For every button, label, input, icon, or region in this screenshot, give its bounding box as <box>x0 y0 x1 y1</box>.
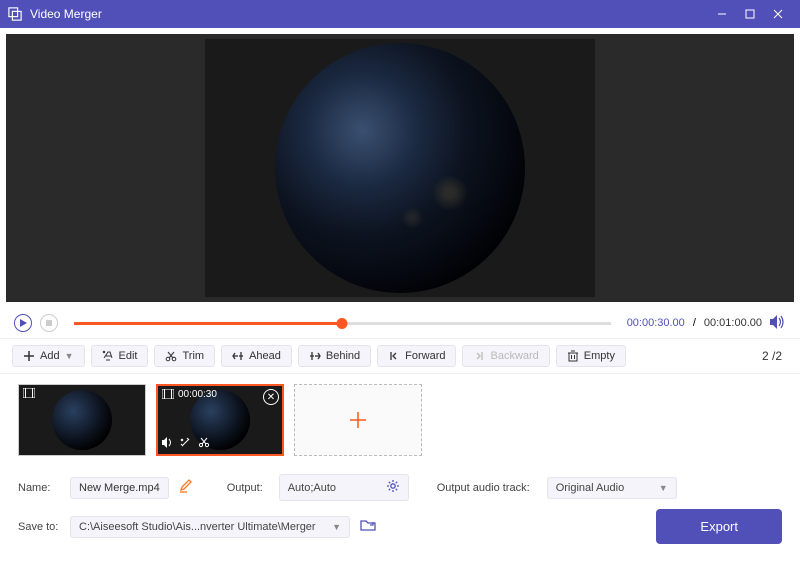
remove-clip-icon[interactable]: ✕ <box>263 389 279 405</box>
behind-label: Behind <box>326 350 360 362</box>
edit-label: Edit <box>119 350 138 362</box>
output-format-select[interactable]: Auto;Auto <box>279 474 409 501</box>
clip-thumbnail <box>52 390 112 450</box>
ahead-label: Ahead <box>249 350 281 362</box>
clip-trim-icon[interactable] <box>198 437 210 451</box>
chevron-down-icon: ▼ <box>65 351 74 361</box>
output-settings: Name: New Merge.mp4 Output: Auto;Auto Ou… <box>0 466 800 564</box>
film-icon <box>23 388 35 401</box>
app-title: Video Merger <box>30 7 708 21</box>
titlebar: Video Merger <box>0 0 800 28</box>
output-value: Auto;Auto <box>288 482 336 494</box>
audio-value: Original Audio <box>556 482 625 494</box>
maximize-button[interactable] <box>736 0 764 28</box>
current-time: 00:00:30.00 <box>627 317 685 329</box>
app-icon <box>8 7 22 21</box>
playback-controls: 00:00:30.00 / 00:01:00.00 <box>0 308 800 338</box>
film-icon <box>162 389 174 402</box>
preview-frame <box>205 39 595 297</box>
edit-button[interactable]: Edit <box>91 345 149 367</box>
timeline-knob[interactable] <box>337 318 348 329</box>
gear-icon[interactable] <box>386 479 400 496</box>
clip-list: 00:00:30 ✕ <box>0 374 800 466</box>
export-button[interactable]: Export <box>656 509 782 544</box>
forward-label: Forward <box>405 350 445 362</box>
backward-label: Backward <box>490 350 538 362</box>
chevron-down-icon: ▼ <box>332 522 341 532</box>
clip-item-selected[interactable]: 00:00:30 ✕ <box>156 384 284 456</box>
rename-icon[interactable] <box>179 479 193 496</box>
clip-pager: 2 /2 <box>762 349 788 363</box>
open-folder-icon[interactable] <box>360 518 376 535</box>
play-button[interactable] <box>14 314 32 332</box>
video-preview <box>6 34 794 302</box>
add-label: Add <box>40 350 60 362</box>
name-input[interactable]: New Merge.mp4 <box>70 477 169 499</box>
clip-toolbar: Add ▼ Edit Trim Ahead Behind Forward Bac… <box>0 338 800 374</box>
clip-item[interactable] <box>18 384 146 456</box>
timeline-progress <box>74 322 342 325</box>
forward-button[interactable]: Forward <box>377 345 456 367</box>
audio-track-label: Output audio track: <box>437 482 537 494</box>
chevron-down-icon: ▼ <box>659 483 668 493</box>
backward-button: Backward <box>462 345 549 367</box>
empty-button[interactable]: Empty <box>556 345 626 367</box>
ahead-button[interactable]: Ahead <box>221 345 292 367</box>
plus-icon <box>347 409 369 431</box>
pager-current: 2 <box>762 349 769 363</box>
close-button[interactable] <box>764 0 792 28</box>
clip-audio-icon[interactable] <box>162 437 174 451</box>
preview-image <box>275 43 525 293</box>
output-label: Output: <box>227 482 269 494</box>
behind-button[interactable]: Behind <box>298 345 371 367</box>
trim-button[interactable]: Trim <box>154 345 215 367</box>
minimize-button[interactable] <box>708 0 736 28</box>
empty-label: Empty <box>584 350 615 362</box>
name-label: Name: <box>18 482 60 494</box>
add-button[interactable]: Add ▼ <box>12 345 85 367</box>
audio-track-select[interactable]: Original Audio ▼ <box>547 477 677 499</box>
total-time: 00:01:00.00 <box>704 317 762 329</box>
trim-label: Trim <box>182 350 204 362</box>
stop-button[interactable] <box>40 314 58 332</box>
timeline-slider[interactable] <box>74 322 611 325</box>
saveto-label: Save to: <box>18 521 60 533</box>
saveto-value: C:\Aiseesoft Studio\Ais...nverter Ultima… <box>79 521 316 533</box>
clip-duration: 00:00:30 <box>178 389 217 400</box>
add-clip-slot[interactable] <box>294 384 422 456</box>
clip-effects-icon[interactable] <box>180 437 192 451</box>
volume-icon[interactable] <box>770 315 786 332</box>
pager-total: 2 <box>775 349 782 363</box>
saveto-path-select[interactable]: C:\Aiseesoft Studio\Ais...nverter Ultima… <box>70 516 350 538</box>
time-separator: / <box>693 317 696 329</box>
clip-tools <box>162 437 210 451</box>
